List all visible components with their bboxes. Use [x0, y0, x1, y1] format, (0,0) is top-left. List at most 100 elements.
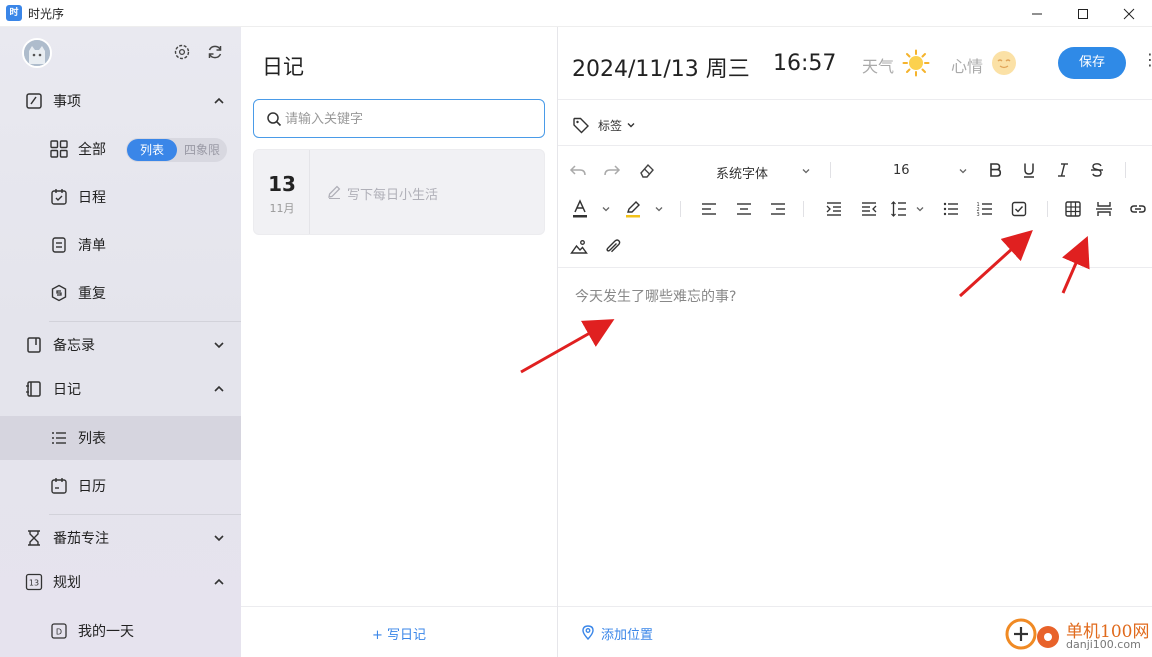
bullet-list-button[interactable] — [940, 198, 962, 220]
entry-placeholder: 写下每日小生活 — [347, 188, 439, 203]
toolbar-separator — [803, 201, 804, 217]
weather-label[interactable]: 天气 — [862, 53, 894, 77]
entry-time: 16:57 — [773, 51, 837, 76]
sidebar-item-label: 日历 — [78, 479, 106, 495]
attachment-button[interactable] — [602, 236, 624, 258]
sidebar-item-label: 列表 — [78, 431, 106, 447]
insert-table-button[interactable] — [1062, 198, 1084, 220]
save-button[interactable]: 保存 — [1058, 47, 1126, 79]
sidebar-group-diary[interactable]: 日记 — [0, 367, 241, 411]
close-button[interactable] — [1106, 0, 1152, 27]
undo-button[interactable] — [567, 159, 589, 181]
sidebar-item-schedule[interactable]: 日程 — [0, 175, 241, 219]
sun-icon[interactable] — [902, 49, 930, 77]
close-icon — [1123, 8, 1135, 19]
font-color-button[interactable] — [569, 198, 591, 220]
italic-button[interactable] — [1052, 159, 1074, 181]
sidebar-divider — [49, 321, 241, 322]
checkbox-list-button[interactable] — [1008, 198, 1030, 220]
font-family-select[interactable]: 系统字体 — [716, 163, 768, 182]
toolbar-separator — [1047, 201, 1048, 217]
entry-month: 11月 — [269, 202, 295, 215]
page-break-button[interactable] — [1093, 198, 1115, 220]
sidebar-item-my-day[interactable]: D 我的一天 — [0, 609, 241, 653]
more-options-button[interactable]: ⋮ — [1142, 50, 1152, 69]
line-height-button[interactable] — [888, 198, 910, 220]
view-toggle-list[interactable]: 列表 — [127, 139, 177, 161]
sidebar-group-label: 规划 — [53, 575, 81, 591]
align-left-button[interactable] — [698, 198, 720, 220]
tag-icon — [573, 117, 589, 134]
align-center-button[interactable] — [733, 198, 755, 220]
outdent-button[interactable] — [858, 198, 880, 220]
maximize-button[interactable] — [1060, 0, 1106, 27]
list-doc-icon — [49, 235, 69, 255]
diary-entry-card[interactable]: 13 11月 写下每日小生活 — [253, 149, 545, 235]
minimize-icon — [1032, 13, 1042, 14]
highlight-button[interactable] — [622, 198, 644, 220]
smiley-face-icon[interactable] — [990, 49, 1018, 77]
sidebar-group-plan[interactable]: 13 规划 — [0, 560, 241, 604]
sidebar-item-repeat[interactable]: 重复 — [0, 271, 241, 315]
redo-button[interactable] — [601, 159, 623, 181]
grid-icon — [49, 139, 69, 159]
sidebar-group-pomodoro[interactable]: 番茄专注 — [0, 516, 241, 560]
sidebar-item-label: 日程 — [78, 190, 106, 206]
tag-label: 标签 — [598, 118, 623, 133]
redo-icon — [604, 165, 621, 176]
numbered-list-button[interactable]: 123 — [974, 198, 996, 220]
panel-title: 日记 — [262, 55, 304, 79]
view-toggle-quadrant[interactable]: 四象限 — [179, 139, 225, 161]
toolbar-separator — [1125, 162, 1126, 178]
diary-editor: 2024/11/13 周三 16:57 天气 心情 保存 ⋮ 标签 系统字体 1… — [558, 27, 1152, 657]
content-editor[interactable]: 今天发生了哪些难忘的事? — [575, 286, 736, 306]
indent-button[interactable] — [823, 198, 845, 220]
sidebar-item-all[interactable]: 全部 列表 四象限 — [0, 127, 241, 171]
outdent-icon — [862, 202, 877, 216]
font-size-select[interactable]: 16 — [893, 163, 910, 178]
entry-day: 13 — [268, 172, 296, 196]
entry-date: 13 11月 — [254, 150, 310, 234]
clear-format-button[interactable] — [636, 159, 658, 181]
tag-selector[interactable]: 标签 — [572, 115, 636, 135]
chevron-down-icon — [602, 207, 610, 212]
memo-icon — [24, 335, 44, 355]
italic-icon — [1058, 163, 1068, 177]
insert-image-button[interactable] — [568, 236, 590, 258]
sync-button[interactable] — [204, 41, 226, 63]
sidebar-item-checklist[interactable]: 清单 — [0, 223, 241, 267]
write-diary-button[interactable]: + 写日记 — [241, 624, 557, 643]
chevron-down-icon — [959, 169, 967, 174]
diary-list-panel: 日记 13 11月 写下每日小生活 + 写日记 — [241, 27, 558, 657]
underline-button[interactable] — [1018, 159, 1040, 181]
add-location-button[interactable]: 添加位置 — [601, 624, 653, 643]
page-break-icon — [1096, 202, 1112, 216]
indent-icon — [826, 202, 841, 216]
app-window: 时 时光序 事项 全部 列表 四象限 日程 清单 重复 备忘录 日记 列表 日历… — [0, 0, 1152, 657]
avatar[interactable] — [22, 38, 52, 68]
mood-label[interactable]: 心情 — [951, 53, 983, 77]
diary-icon — [24, 379, 44, 399]
strikethrough-button[interactable] — [1086, 159, 1108, 181]
gear-icon — [174, 44, 190, 60]
settings-button[interactable] — [171, 41, 193, 63]
sidebar-group-memo[interactable]: 备忘录 — [0, 323, 241, 367]
sidebar-item-diary-list[interactable]: 列表 — [0, 416, 241, 460]
search-input[interactable] — [285, 109, 535, 129]
bold-button[interactable] — [984, 159, 1006, 181]
sidebar-group-todo[interactable]: 事项 — [0, 79, 241, 123]
align-right-button[interactable] — [767, 198, 789, 220]
sidebar: 事项 全部 列表 四象限 日程 清单 重复 备忘录 日记 列表 日历 番茄专注 … — [0, 27, 241, 657]
align-right-icon — [771, 203, 785, 215]
todo-icon — [24, 91, 44, 111]
sidebar-item-diary-calendar[interactable]: 日历 — [0, 464, 241, 508]
strikethrough-icon — [1091, 163, 1103, 177]
bold-icon — [990, 163, 1002, 177]
toolbar-separator — [830, 162, 831, 178]
chevron-down-icon — [916, 207, 924, 212]
calendar-13-icon: 13 — [24, 572, 44, 592]
insert-link-button[interactable] — [1127, 198, 1149, 220]
calendar-check-icon — [49, 187, 69, 207]
sidebar-divider — [49, 514, 241, 515]
minimize-button[interactable] — [1014, 0, 1060, 27]
